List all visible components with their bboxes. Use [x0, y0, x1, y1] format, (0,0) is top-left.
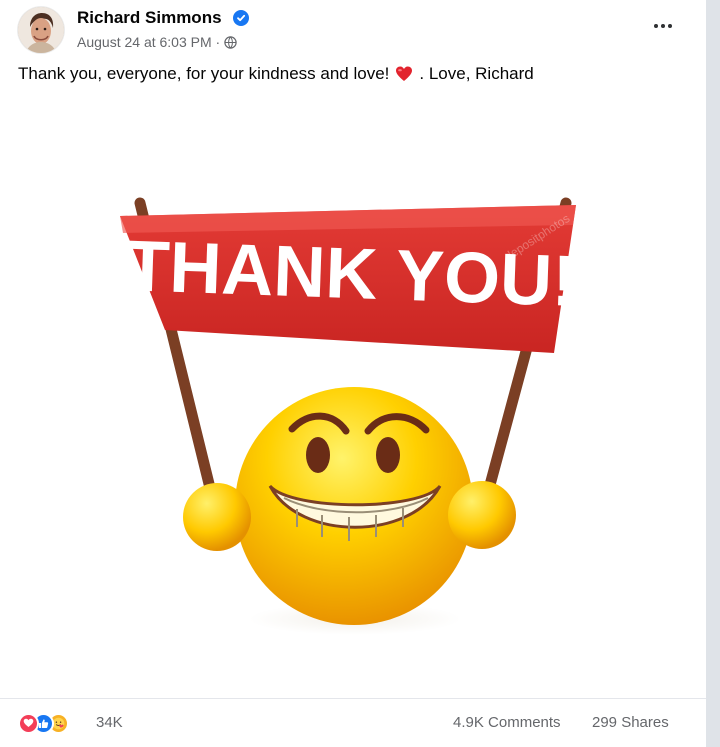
post-image[interactable]: THANK YOU! depositphotos depositphotos [0, 101, 706, 698]
reaction-summary-icons[interactable] [18, 711, 69, 735]
timestamp-row: August 24 at 6:03 PM · [77, 34, 237, 50]
author-avatar[interactable] [18, 7, 64, 53]
heart-emoji [395, 65, 413, 83]
love-reaction-icon [18, 712, 39, 734]
shares-count-link[interactable]: 299 Shares [592, 714, 669, 731]
banner-text: THANK YOU! [124, 226, 577, 322]
thank-you-smiley-image: THANK YOU! depositphotos depositphotos [0, 101, 706, 698]
facebook-post: Richard Simmons August 24 at 6:03 PM · T… [0, 0, 706, 747]
post-header: Richard Simmons August 24 at 6:03 PM · [0, 0, 706, 60]
comments-count-link[interactable]: 4.9K Comments [453, 714, 561, 731]
caption-signoff: . Love, Richard [419, 64, 534, 83]
right-hand [448, 481, 516, 549]
author-name[interactable]: Richard Simmons [77, 8, 222, 28]
right-eye [376, 437, 400, 473]
more-options-button[interactable] [646, 14, 680, 38]
more-dot-icon [661, 24, 665, 28]
page-edge-strip [706, 0, 720, 747]
post-footer: 34K 4.9K Comments 299 Shares [0, 698, 706, 747]
reaction-count[interactable]: 34K [96, 714, 123, 731]
post-timestamp[interactable]: August 24 at 6:03 PM · [77, 34, 220, 50]
verified-check-icon [233, 10, 249, 26]
caption-text: Thank you, everyone, for your kindness a… [18, 64, 390, 83]
left-eye [306, 437, 330, 473]
more-dot-icon [654, 24, 658, 28]
avatar-image [18, 7, 64, 53]
left-hand [183, 483, 251, 551]
more-dot-icon [668, 24, 672, 28]
post-caption: Thank you, everyone, for your kindness a… [18, 64, 534, 84]
globe-icon [224, 35, 237, 49]
